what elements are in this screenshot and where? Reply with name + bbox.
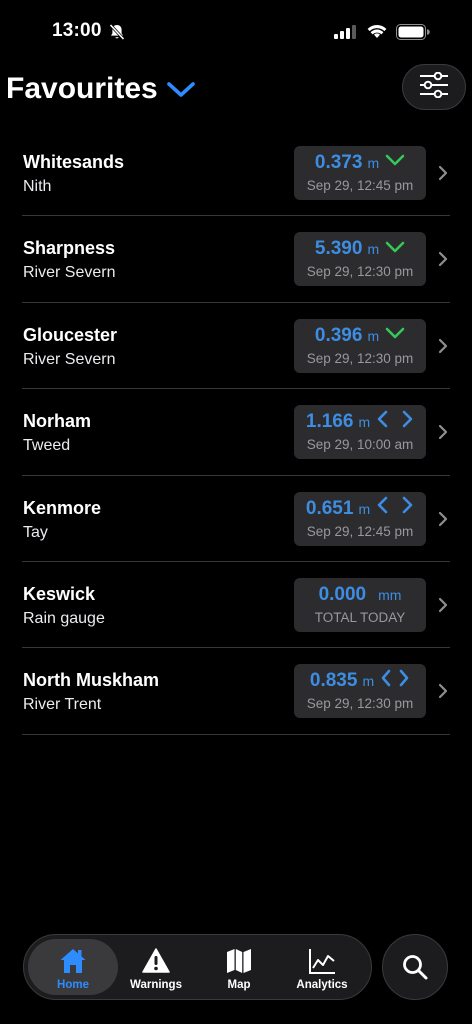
tab-bar: Home Warnings Map Analytics (23, 934, 372, 1000)
reading-card: 1.166 m Sep 29, 10:00 am (294, 405, 426, 460)
favourites-list: Whitesands Nith 0.373 m Sep 29, 12:45 pm … (22, 130, 450, 735)
reading-value: 1.166 (305, 411, 354, 433)
trend-down-icon (385, 153, 405, 171)
tab-map[interactable]: Map (194, 939, 284, 995)
trend-steady-icon (380, 669, 410, 692)
tab-label: Home (57, 979, 89, 991)
station-name: Sharpness (23, 238, 116, 259)
reading-time: Sep 29, 12:30 pm (306, 696, 414, 712)
station-row[interactable]: North Muskham River Trent 0.835 m Sep 29,… (22, 648, 450, 735)
reading-time: Sep 29, 12:30 pm (306, 350, 414, 366)
reading-time: Sep 29, 10:00 am (306, 437, 414, 453)
header: Favourites (0, 62, 472, 116)
station-row[interactable]: Whitesands Nith 0.373 m Sep 29, 12:45 pm (22, 130, 450, 217)
bell-slash-icon (108, 23, 126, 46)
reading-unit: m (367, 155, 380, 171)
reading-value: 0.000 (318, 583, 367, 605)
reading-unit: m (362, 673, 375, 690)
battery-icon (396, 24, 430, 45)
chevron-right-icon (438, 165, 448, 186)
reading-unit: m (367, 241, 380, 258)
reading-unit: m (358, 414, 371, 431)
station-name: Kenmore (23, 497, 102, 518)
station-river: River Severn (23, 350, 116, 368)
tab-warnings[interactable]: Warnings (111, 939, 201, 995)
reading-time: Sep 29, 12:45 pm (306, 523, 414, 539)
reading-value: 5.390 (314, 238, 363, 260)
reading-time: Sep 29, 12:30 pm (306, 264, 414, 280)
chevron-right-icon (438, 338, 448, 359)
station-river: River Trent (23, 696, 102, 714)
station-river: River Severn (23, 264, 116, 282)
station-name: Whitesands (23, 152, 125, 172)
station-name: Norham (23, 411, 92, 432)
station-row[interactable]: Keswick Rain gauge 0.000 mm TOTAL TODAY (22, 562, 450, 649)
chevron-down-icon[interactable] (166, 80, 196, 103)
station-river: Tay (23, 523, 48, 541)
reading-card: 0.651 m Sep 29, 12:45 pm (294, 491, 426, 546)
chevron-right-icon (438, 251, 448, 272)
reading-card: 0.396 m Sep 29, 12:30 pm (294, 318, 426, 373)
page-title[interactable]: Favourites (6, 72, 158, 106)
reading-value: 0.373 (314, 152, 363, 173)
search-icon (403, 955, 428, 980)
trend-down-icon (385, 326, 405, 344)
line-chart-icon (309, 949, 335, 974)
wifi-icon (367, 23, 387, 44)
sliders-icon (418, 71, 450, 103)
map-icon (227, 949, 251, 973)
station-row[interactable]: Gloucester River Severn 0.396 m Sep 29, 1… (22, 303, 450, 390)
cellular-signal-icon (334, 25, 358, 44)
reading-total-today: TOTAL TODAY (314, 609, 406, 625)
station-row[interactable]: Sharpness River Severn 5.390 m Sep 29, 12… (22, 216, 450, 303)
house-icon (60, 949, 86, 973)
chevron-right-icon (438, 683, 448, 704)
search-button[interactable] (382, 934, 448, 1000)
tab-label: Warnings (130, 979, 182, 991)
reading-value: 0.835 (309, 670, 358, 692)
tab-label: Analytics (296, 979, 348, 991)
reading-unit: m (358, 500, 371, 517)
reading-unit: mm (378, 586, 402, 603)
station-river: Tweed (23, 437, 71, 455)
status-bar: 13:00 (0, 0, 472, 60)
station-row[interactable]: Kenmore Tay 0.651 m Sep 29, 12:45 pm (22, 476, 450, 562)
reading-card: 5.390 m Sep 29, 12:30 pm (294, 232, 426, 287)
station-row[interactable]: Norham Tweed 1.166 m Sep 29, 10:00 am (22, 389, 450, 476)
tab-analytics[interactable]: Analytics (277, 939, 367, 995)
station-name: Keswick (23, 583, 96, 604)
warning-triangle-icon (142, 948, 170, 973)
chevron-right-icon (438, 511, 448, 532)
reading-value: 0.396 (314, 324, 363, 346)
tab-label: Map (227, 979, 251, 991)
reading-card: 0.000 mm TOTAL TODAY (294, 577, 426, 632)
trend-steady-icon (376, 410, 414, 433)
station-river: Nith (23, 178, 52, 195)
reading-value: 0.651 (305, 497, 354, 519)
trend-steady-icon (376, 496, 414, 519)
tab-home[interactable]: Home (28, 939, 118, 995)
station-name: North Muskham (23, 670, 160, 691)
station-name: Gloucester (23, 324, 118, 345)
reading-card: 0.373 m Sep 29, 12:45 pm (294, 146, 426, 200)
status-time: 13:00 (52, 20, 102, 41)
chevron-right-icon (438, 424, 448, 445)
station-river: Rain gauge (23, 609, 105, 627)
reading-time: Sep 29, 12:45 pm (306, 178, 414, 193)
reading-card: 0.835 m Sep 29, 12:30 pm (294, 664, 426, 719)
reading-unit: m (367, 327, 380, 344)
filter-button[interactable] (402, 64, 466, 110)
chevron-right-icon (438, 597, 448, 618)
trend-down-icon (385, 240, 405, 258)
